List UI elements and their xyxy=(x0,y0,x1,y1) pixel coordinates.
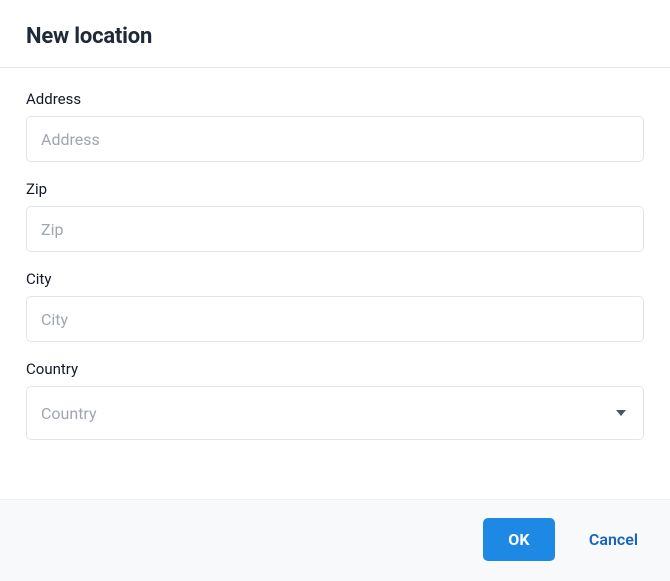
country-select[interactable]: Country xyxy=(26,386,644,440)
cancel-button[interactable]: Cancel xyxy=(583,520,644,559)
country-label: Country xyxy=(26,360,644,378)
form-group-country: Country Country xyxy=(26,360,644,440)
city-label: City xyxy=(26,270,644,288)
city-input[interactable] xyxy=(26,296,644,342)
zip-input[interactable] xyxy=(26,206,644,252)
dialog-header: New location xyxy=(0,0,670,68)
dialog-footer: OK Cancel xyxy=(0,499,670,581)
zip-label: Zip xyxy=(26,180,644,198)
dialog-body: Address Zip City Country Country xyxy=(0,68,670,499)
form-group-zip: Zip xyxy=(26,180,644,252)
country-select-wrap: Country xyxy=(26,386,644,440)
form-group-address: Address xyxy=(26,90,644,162)
address-label: Address xyxy=(26,90,644,108)
dialog-title: New location xyxy=(26,24,644,49)
form-group-city: City xyxy=(26,270,644,342)
ok-button[interactable]: OK xyxy=(483,518,555,561)
address-input[interactable] xyxy=(26,116,644,162)
